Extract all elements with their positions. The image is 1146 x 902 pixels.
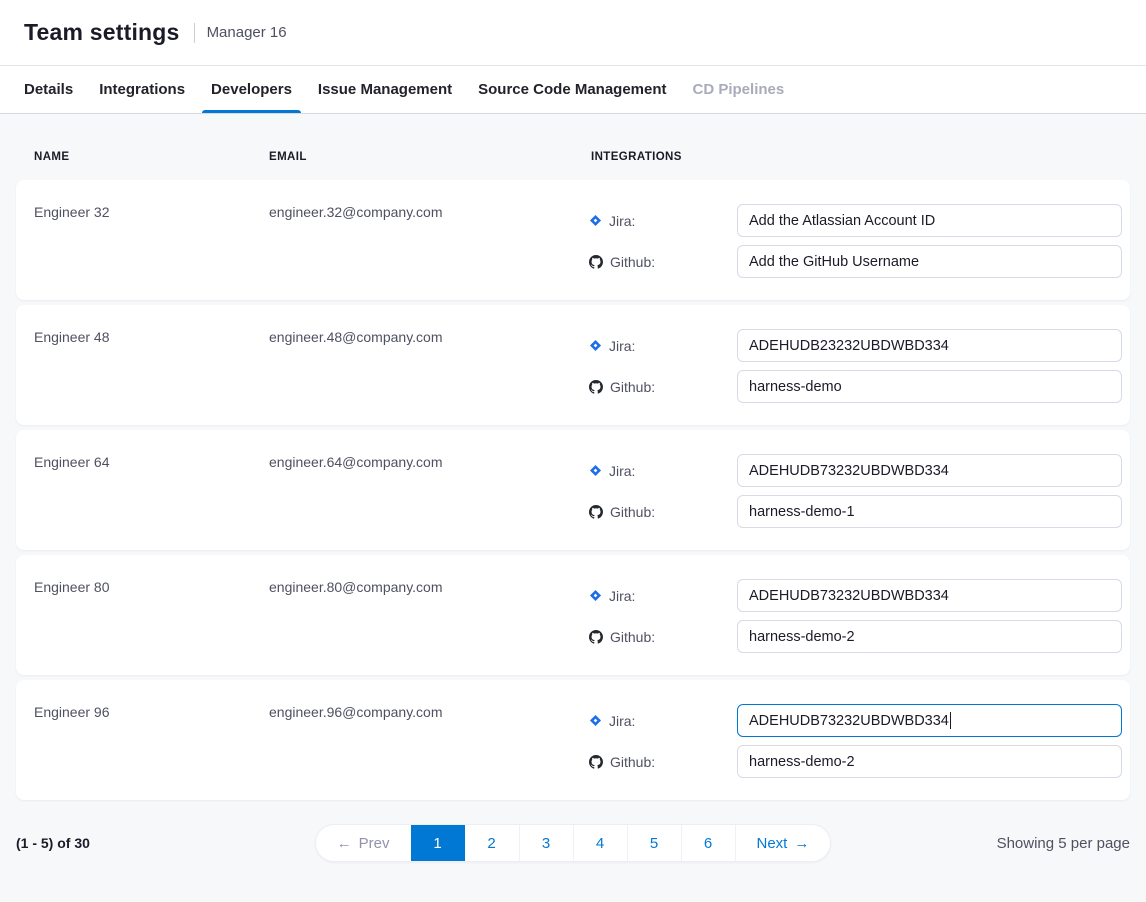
- tab-integrations[interactable]: Integrations: [99, 66, 185, 113]
- integrations-cell: Jira: ADEHUDB23232UBDWBD334 Github: harn…: [573, 305, 1130, 425]
- tab-details[interactable]: Details: [24, 66, 73, 113]
- jira-label: Jira:: [609, 213, 635, 229]
- github-integration-row: Github: harness-demo-2: [589, 745, 1130, 778]
- jira-icon: [589, 714, 602, 727]
- jira-account-input[interactable]: ADEHUDB23232UBDWBD334: [737, 329, 1122, 362]
- text-caret: [950, 712, 952, 729]
- github-integration-row: Github: harness-demo-1: [589, 495, 1130, 528]
- arrow-right-icon: →: [794, 835, 809, 852]
- developer-name: Engineer 80: [16, 555, 251, 675]
- jira-label: Jira:: [609, 338, 635, 354]
- jira-integration-row: Jira: ADEHUDB23232UBDWBD334: [589, 329, 1130, 362]
- jira-label: Jira:: [609, 463, 635, 479]
- jira-integration-row: Jira: ADEHUDB73232UBDWBD334: [589, 454, 1130, 487]
- integrations-cell: Jira: ADEHUDB73232UBDWBD334 Github: harn…: [573, 680, 1130, 800]
- page-subtitle: Manager 16: [207, 24, 287, 41]
- integrations-cell: Jira: ADEHUDB73232UBDWBD334 Github: harn…: [573, 430, 1130, 550]
- developers-table: NAME EMAIL INTEGRATIONS Engineer 32 engi…: [0, 114, 1146, 862]
- github-integration-row: Github: harness-demo: [589, 370, 1130, 403]
- developer-email: engineer.96@company.com: [251, 680, 573, 800]
- jira-integration-row: Jira: ADEHUDB73232UBDWBD334: [589, 579, 1130, 612]
- prev-page-button[interactable]: ← Prev: [316, 825, 411, 861]
- table-row: Engineer 32 engineer.32@company.com Jira…: [16, 180, 1130, 300]
- table-row: Engineer 64 engineer.64@company.com Jira…: [16, 430, 1130, 550]
- github-integration-row: Github: Add the GitHub Username: [589, 245, 1130, 278]
- github-icon: [589, 255, 603, 269]
- jira-integration-row: Jira: Add the Atlassian Account ID: [589, 204, 1130, 237]
- github-label: Github:: [610, 629, 655, 645]
- page-header: Team settings Manager 16: [0, 0, 1146, 66]
- github-username-input[interactable]: harness-demo-2: [737, 620, 1122, 653]
- jira-icon: [589, 464, 602, 477]
- github-username-input[interactable]: harness-demo-2: [737, 745, 1122, 778]
- github-username-input[interactable]: harness-demo: [737, 370, 1122, 403]
- jira-account-input[interactable]: ADEHUDB73232UBDWBD334: [737, 579, 1122, 612]
- tab-developers[interactable]: Developers: [211, 66, 292, 113]
- page-title: Team settings: [24, 19, 180, 46]
- developer-email: engineer.80@company.com: [251, 555, 573, 675]
- jira-icon: [589, 589, 602, 602]
- jira-icon: [589, 214, 602, 227]
- table-row: Engineer 48 engineer.48@company.com Jira…: [16, 305, 1130, 425]
- column-header-integrations: INTEGRATIONS: [573, 151, 1130, 163]
- page-button-2[interactable]: 2: [465, 825, 519, 861]
- developer-name: Engineer 48: [16, 305, 251, 425]
- arrow-left-icon: ←: [337, 835, 352, 852]
- developer-name: Engineer 96: [16, 680, 251, 800]
- jira-integration-row: Jira: ADEHUDB73232UBDWBD334: [589, 704, 1130, 737]
- tab-source-code-management[interactable]: Source Code Management: [478, 66, 666, 113]
- jira-label: Jira:: [609, 588, 635, 604]
- developer-name: Engineer 64: [16, 430, 251, 550]
- page-button-5[interactable]: 5: [627, 825, 681, 861]
- per-page-label: Showing 5 per page: [831, 835, 1130, 852]
- pager: ← Prev 123456 Next →: [315, 824, 832, 862]
- integrations-cell: Jira: Add the Atlassian Account ID Githu…: [573, 180, 1130, 300]
- page-button-6[interactable]: 6: [681, 825, 735, 861]
- table-header-row: NAME EMAIL INTEGRATIONS: [16, 114, 1130, 180]
- developer-email: engineer.64@company.com: [251, 430, 573, 550]
- github-icon: [589, 630, 603, 644]
- tab-issue-management[interactable]: Issue Management: [318, 66, 452, 113]
- github-icon: [589, 380, 603, 394]
- github-label: Github:: [610, 254, 655, 270]
- column-header-email: EMAIL: [251, 151, 573, 163]
- title-divider: [194, 23, 195, 43]
- jira-label: Jira:: [609, 713, 635, 729]
- jira-icon: [589, 339, 602, 352]
- github-label: Github:: [610, 754, 655, 770]
- jira-account-input[interactable]: Add the Atlassian Account ID: [737, 204, 1122, 237]
- table-row: Engineer 80 engineer.80@company.com Jira…: [16, 555, 1130, 675]
- github-integration-row: Github: harness-demo-2: [589, 620, 1130, 653]
- next-page-button[interactable]: Next →: [735, 825, 831, 861]
- github-label: Github:: [610, 504, 655, 520]
- integrations-cell: Jira: ADEHUDB73232UBDWBD334 Github: harn…: [573, 555, 1130, 675]
- github-label: Github:: [610, 379, 655, 395]
- developer-email: engineer.48@company.com: [251, 305, 573, 425]
- tab-bar: Details Integrations Developers Issue Manag…: [0, 66, 1146, 114]
- results-range-label: (1 - 5) of 30: [16, 835, 315, 851]
- github-username-input[interactable]: harness-demo-1: [737, 495, 1122, 528]
- table-body: Engineer 32 engineer.32@company.com Jira…: [16, 180, 1130, 800]
- table-row: Engineer 96 engineer.96@company.com Jira…: [16, 680, 1130, 800]
- jira-account-input[interactable]: ADEHUDB73232UBDWBD334: [737, 704, 1122, 737]
- prev-page-label: Prev: [359, 835, 390, 852]
- github-icon: [589, 755, 603, 769]
- page-button-1[interactable]: 1: [411, 825, 465, 861]
- page-button-3[interactable]: 3: [519, 825, 573, 861]
- tab-cd-pipelines: CD Pipelines: [693, 66, 785, 113]
- github-icon: [589, 505, 603, 519]
- github-username-input[interactable]: Add the GitHub Username: [737, 245, 1122, 278]
- page-button-4[interactable]: 4: [573, 825, 627, 861]
- developer-name: Engineer 32: [16, 180, 251, 300]
- jira-account-input[interactable]: ADEHUDB73232UBDWBD334: [737, 454, 1122, 487]
- column-header-name: NAME: [16, 151, 251, 163]
- next-page-label: Next: [757, 835, 788, 852]
- pagination-bar: (1 - 5) of 30 ← Prev 123456 Next → Showi…: [16, 824, 1130, 862]
- developer-email: engineer.32@company.com: [251, 180, 573, 300]
